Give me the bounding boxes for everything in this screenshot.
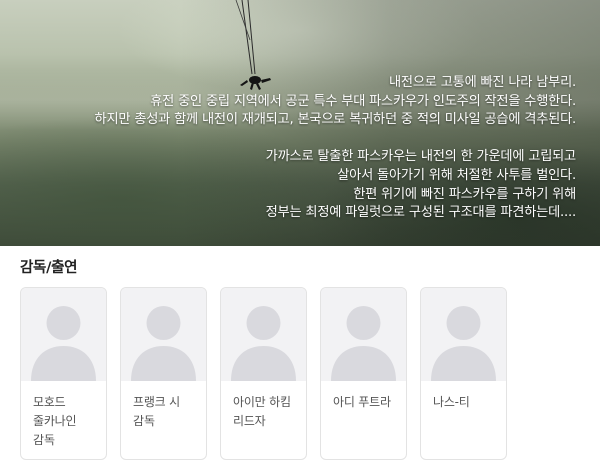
cast-list: 모호드 줄카나인 감독 프랭크 시 감독 아이만 하킴 리드자 아디 푸트라 나… — [20, 287, 507, 460]
synopsis-line: 내전으로 고통에 빠진 나라 남부리. — [388, 75, 576, 90]
person-silhouette-icon — [431, 306, 496, 381]
cast-name: 아디 푸트라 — [333, 395, 391, 409]
synopsis-line: 살아서 돌아가기 위해 처절한 사투를 벌인다. — [337, 167, 576, 183]
cast-section-title: 감독/출연 — [20, 260, 78, 276]
cast-card[interactable]: 아디 푸트라 — [320, 287, 407, 460]
person-silhouette-icon — [131, 306, 196, 381]
person-silhouette-icon — [31, 306, 96, 381]
person-silhouette-icon — [231, 306, 296, 381]
profile-placeholder — [321, 288, 406, 381]
synopsis-line: 한편 위기에 빠진 파스카우를 구하기 위해 — [353, 186, 576, 202]
synopsis-line: 정부는 최정예 파일럿으로 구성된 구조대를 파견하는데.... — [265, 205, 577, 221]
synopsis-paragraph-gap — [16, 130, 576, 149]
cast-name: 모호드 줄카나인 — [33, 395, 77, 428]
cast-card[interactable]: 모호드 줄카나인 감독 — [20, 287, 107, 460]
cast-card[interactable]: 나스-티 — [420, 287, 507, 460]
cast-name: 나스-티 — [433, 395, 470, 409]
cast-name: 프랭크 시 — [133, 395, 180, 409]
profile-placeholder — [121, 288, 206, 381]
synopsis-line: 가까스로 탈출한 파스카우는 내전의 한 가운데에 고립되고 — [265, 149, 577, 165]
cast-card[interactable]: 아이만 하킴 리드자 — [220, 287, 307, 460]
profile-placeholder — [21, 288, 106, 381]
movie-hero-banner: 내전으로 고통에 빠진 나라 남부리. 휴전 중인 중립 지역에서 공군 특수 … — [0, 0, 600, 246]
person-silhouette-icon — [331, 306, 396, 381]
cast-role: 감독 — [133, 414, 156, 428]
profile-placeholder — [421, 288, 506, 381]
cast-role: 감독 — [33, 433, 56, 447]
cast-card[interactable]: 프랭크 시 감독 — [120, 287, 207, 460]
synopsis-line: 하지만 총성과 함께 내전이 재개되고, 본국으로 복귀하던 중 적의 미사일 … — [94, 112, 577, 128]
cast-name: 아이만 하킴 리드자 — [233, 395, 291, 428]
movie-synopsis: 내전으로 고통에 빠진 나라 남부리. 휴전 중인 중립 지역에서 공군 특수 … — [16, 74, 577, 223]
synopsis-line: 휴전 중인 중립 지역에서 공군 특수 부대 파스카우가 인도주의 작전을 수행… — [150, 93, 576, 109]
profile-placeholder — [221, 288, 306, 381]
